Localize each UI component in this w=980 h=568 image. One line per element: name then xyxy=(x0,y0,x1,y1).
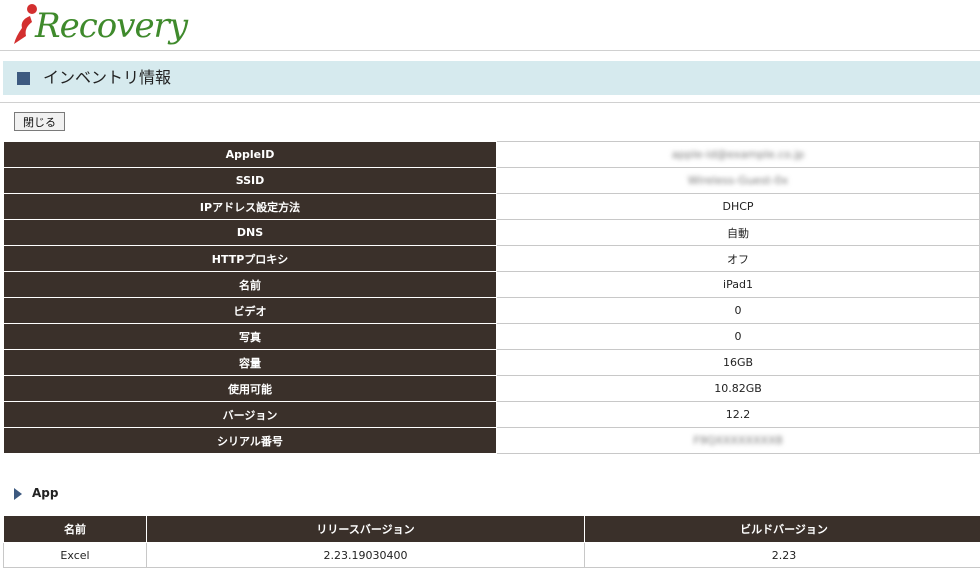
column-header: ビルドバージョン xyxy=(585,516,980,543)
triangle-right-icon xyxy=(14,488,22,500)
table-row: 名前 iPad1 xyxy=(4,272,980,298)
inventory-table: AppleID apple-id@example.co.jp SSID Wireles… xyxy=(3,141,980,454)
value-text: 0 xyxy=(735,330,742,343)
column-header: 名前 xyxy=(4,516,147,543)
row-value: オフ xyxy=(497,246,980,272)
close-button[interactable]: 閉じる xyxy=(14,112,65,131)
row-key: DNS xyxy=(4,220,497,246)
row-value: 0 xyxy=(497,298,980,324)
title-bar: インベントリ情報 xyxy=(3,61,980,95)
row-key: SSID xyxy=(4,168,497,194)
column-header: リリースバージョン xyxy=(147,516,585,543)
redacted-value: F9QXXXXXXXX8 xyxy=(693,434,782,447)
table-row: バージョン 12.2 xyxy=(4,402,980,428)
table-row: シリアル番号 F9QXXXXXXXX8 xyxy=(4,428,980,454)
header: Recovery xyxy=(0,0,980,50)
table-row: AppleID apple-id@example.co.jp xyxy=(4,142,980,168)
value-text: iPad1 xyxy=(723,278,753,291)
row-key: IPアドレス設定方法 xyxy=(4,194,497,220)
row-value: 自動 xyxy=(497,220,980,246)
table-row: 使用可能 10.82GB xyxy=(4,376,980,402)
value-text: 16GB xyxy=(723,356,753,369)
value-text: 自動 xyxy=(727,227,749,240)
table-cell: 2.23 xyxy=(585,543,980,568)
row-key: シリアル番号 xyxy=(4,428,497,454)
table-row: SSID Wireless-Guest-0x xyxy=(4,168,980,194)
row-value: 12.2 xyxy=(497,402,980,428)
row-value: iPad1 xyxy=(497,272,980,298)
redacted-value: Wireless-Guest-0x xyxy=(688,174,788,187)
table-row: HTTPプロキシ オフ xyxy=(4,246,980,272)
value-text: 0 xyxy=(735,304,742,317)
table-row: IPアドレス設定方法 DHCP xyxy=(4,194,980,220)
logo: Recovery xyxy=(35,6,187,46)
row-key: 使用可能 xyxy=(4,376,497,402)
row-key: 写真 xyxy=(4,324,497,350)
page-title: インベントリ情報 xyxy=(43,68,171,88)
row-value: 0 xyxy=(497,324,980,350)
row-value: F9QXXXXXXXX8 xyxy=(497,428,980,454)
value-text: 12.2 xyxy=(726,408,751,421)
row-value: DHCP xyxy=(497,194,980,220)
value-text: 10.82GB xyxy=(714,382,762,395)
header-divider xyxy=(0,50,980,51)
table-row: Excel2.23.190304002.23 xyxy=(4,543,980,568)
row-key: 容量 xyxy=(4,350,497,376)
value-text: DHCP xyxy=(722,200,753,213)
row-value: apple-id@example.co.jp xyxy=(497,142,980,168)
row-key: 名前 xyxy=(4,272,497,298)
redacted-value: apple-id@example.co.jp xyxy=(672,148,805,161)
row-key: AppleID xyxy=(4,142,497,168)
value-text: オフ xyxy=(727,253,749,266)
table-row: 写真 0 xyxy=(4,324,980,350)
table-cell: 2.23.19030400 xyxy=(147,543,585,568)
table-row: 容量 16GB xyxy=(4,350,980,376)
table-row: ビデオ 0 xyxy=(4,298,980,324)
table-row: DNS 自動 xyxy=(4,220,980,246)
row-key: バージョン xyxy=(4,402,497,428)
title-square-icon xyxy=(17,72,30,85)
title-divider xyxy=(0,102,980,103)
row-value: 10.82GB xyxy=(497,376,980,402)
app-section-title: App xyxy=(32,486,58,500)
row-key: HTTPプロキシ xyxy=(4,246,497,272)
app-table: 名前リリースバージョンビルドバージョン Excel2.23.190304002.… xyxy=(3,515,980,568)
row-key: ビデオ xyxy=(4,298,497,324)
table-cell: Excel xyxy=(4,543,147,568)
row-value: 16GB xyxy=(497,350,980,376)
row-value: Wireless-Guest-0x xyxy=(497,168,980,194)
